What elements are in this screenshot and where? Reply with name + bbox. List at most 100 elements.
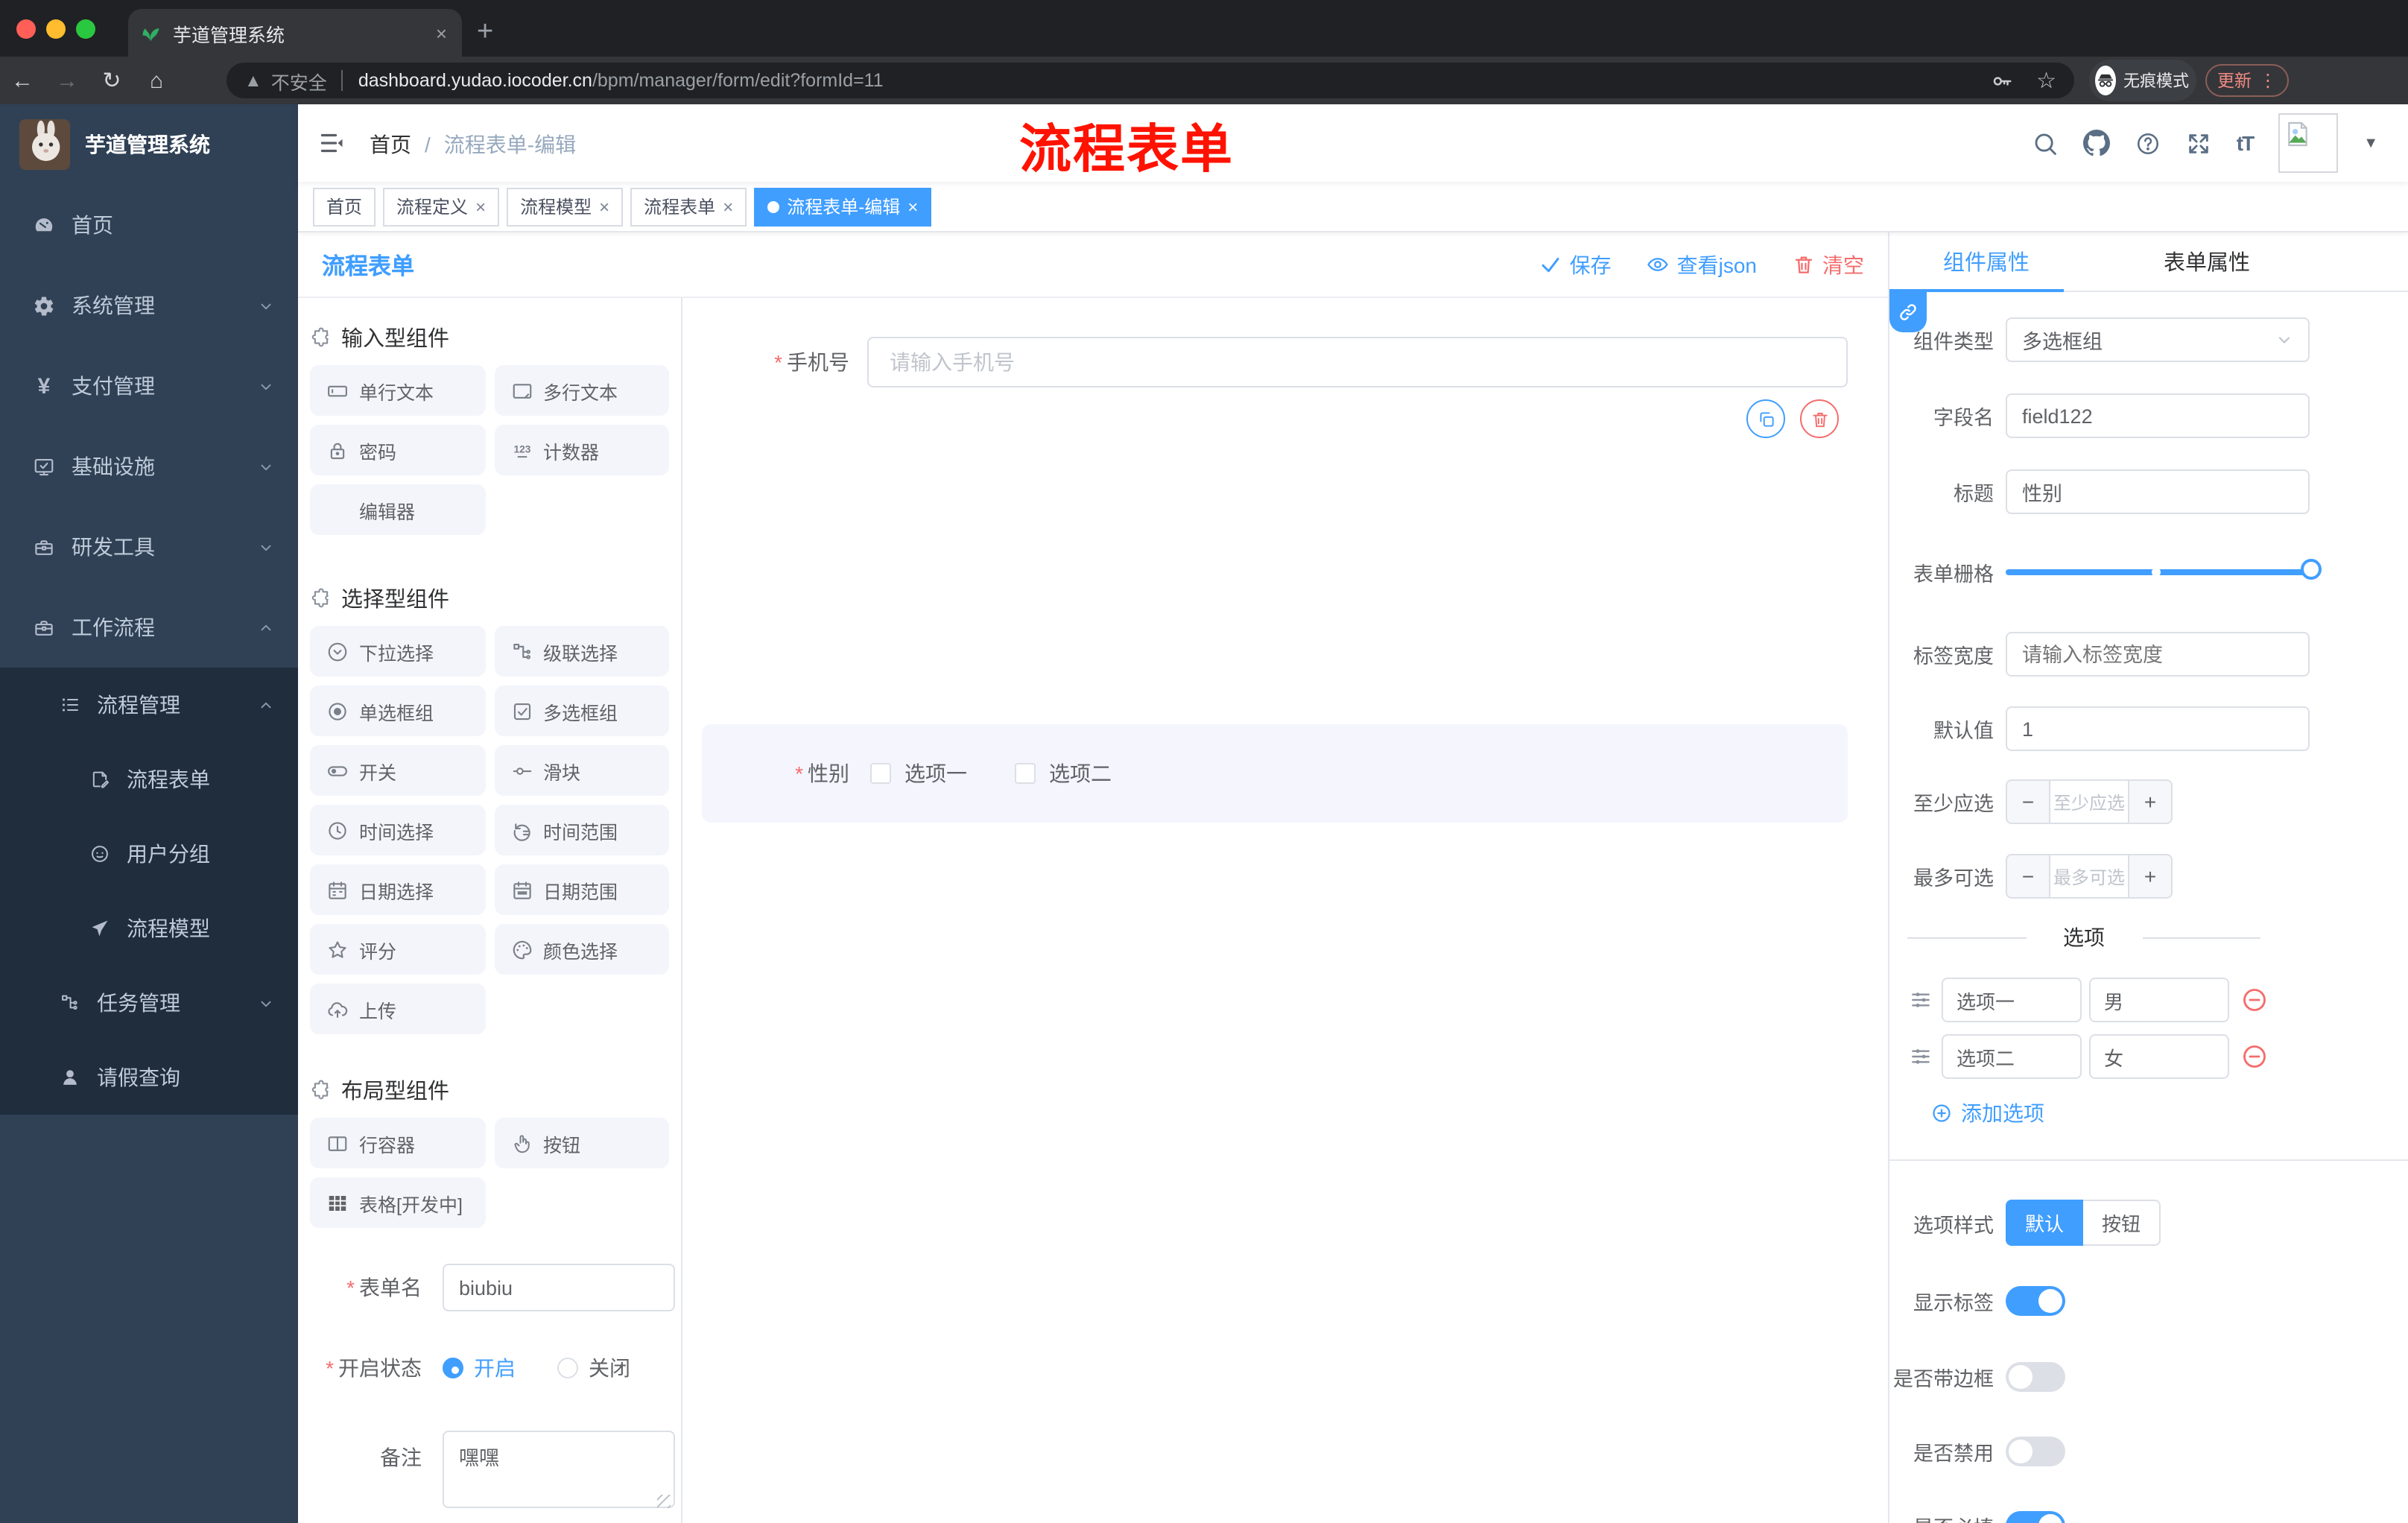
address-bar[interactable]: ▲ 不安全 dashboard.yudao.iocoder.cn /bpm/ma… (226, 63, 2074, 98)
tag-home[interactable]: 首页 (313, 187, 376, 226)
option-value-input[interactable] (2089, 978, 2229, 1022)
save-button[interactable]: 保存 (1540, 250, 1612, 279)
tag-close-icon[interactable]: × (599, 196, 609, 217)
disabled-toggle[interactable] (2006, 1437, 2065, 1466)
slider-handle[interactable] (2301, 559, 2322, 580)
add-option-button[interactable]: 添加选项 (1931, 1098, 2408, 1128)
duplicate-component-button[interactable] (1746, 399, 1785, 438)
default-value-input[interactable] (2006, 706, 2310, 751)
palette-item-button[interactable]: 按钮 (494, 1118, 669, 1168)
sidebar-item-payment[interactable]: ¥ 支付管理 (0, 346, 298, 426)
stepper-decrease-button[interactable]: − (2007, 781, 2049, 823)
sidebar-item-devtools[interactable]: 研发工具 (0, 507, 298, 587)
browser-tab[interactable]: 芋道管理系统 × (128, 9, 462, 57)
stepper-decrease-button[interactable]: − (2007, 855, 2049, 897)
palette-item-color-picker[interactable]: 颜色选择 (494, 924, 669, 975)
palette-item-slider[interactable]: 滑块 (494, 745, 669, 796)
component-type-select[interactable]: 多选框组 (2006, 317, 2310, 362)
browser-menu-icon[interactable]: ⋮ (2259, 70, 2277, 91)
new-tab-button[interactable]: + (477, 12, 493, 54)
palette-item-time-picker[interactable]: 时间选择 (310, 805, 485, 855)
sidebar-item-process-management[interactable]: 流程管理 (0, 668, 298, 742)
sidebar-item-process-form[interactable]: 流程表单 (0, 742, 298, 817)
search-icon[interactable] (2032, 130, 2058, 156)
palette-item-date-picker[interactable]: 日期选择 (310, 864, 485, 915)
palette-item-switch[interactable]: 开关 (310, 745, 485, 796)
tag-close-icon[interactable]: × (723, 196, 733, 217)
palette-item-checkbox-group[interactable]: 多选框组 (494, 685, 669, 736)
tag-process-form[interactable]: 流程表单 × (630, 187, 747, 226)
key-icon[interactable] (1990, 69, 2012, 92)
remark-textarea[interactable]: 嘿嘿 (443, 1431, 675, 1508)
status-radio-closed[interactable]: 关闭 (557, 1353, 630, 1383)
forward-icon[interactable]: → (45, 68, 89, 93)
sidebar-item-task-management[interactable]: 任务管理 (0, 966, 298, 1040)
back-icon[interactable]: ← (0, 68, 45, 93)
fullscreen-icon[interactable] (2186, 130, 2211, 156)
style-button-button[interactable]: 按钮 (2083, 1200, 2161, 1246)
palette-item-cascader[interactable]: 级联选择 (494, 626, 669, 677)
tag-close-icon[interactable]: × (475, 196, 486, 217)
palette-item-multi-line-text[interactable]: 多行文本 (494, 365, 669, 416)
remove-option-icon[interactable] (2241, 1043, 2268, 1070)
avatar-caret-icon[interactable]: ▼ (2363, 135, 2378, 151)
tab-close-icon[interactable]: × (433, 22, 450, 44)
stepper-value[interactable]: 至少应选 (2049, 781, 2129, 823)
palette-item-rate[interactable]: 评分 (310, 924, 485, 975)
palette-item-upload[interactable]: 上传 (310, 984, 485, 1034)
traffic-light-minimize[interactable] (46, 19, 66, 38)
palette-item-single-line-text[interactable]: 单行文本 (310, 365, 485, 416)
tag-process-form-edit-active[interactable]: 流程表单-编辑 × (754, 187, 932, 226)
panel-link-handle[interactable] (1889, 292, 1927, 332)
tab-component-props[interactable]: 组件属性 (1943, 246, 2030, 277)
palette-item-counter[interactable]: 计数器 (494, 425, 669, 475)
drag-handle-icon[interactable] (1909, 1045, 1933, 1068)
gender-checkbox-option1[interactable]: 选项一 (870, 759, 967, 788)
phone-input[interactable] (867, 337, 1848, 387)
stepper-increase-button[interactable]: + (2129, 781, 2171, 823)
traffic-light-zoom[interactable] (76, 19, 95, 38)
palette-item-row-container[interactable]: 行容器 (310, 1118, 485, 1168)
sidebar-item-process-model[interactable]: 流程模型 (0, 891, 298, 966)
checkbox-box[interactable] (1015, 763, 1036, 784)
reload-icon[interactable]: ↻ (89, 67, 134, 94)
traffic-light-close[interactable] (16, 19, 36, 38)
field-name-input[interactable] (2006, 393, 2310, 438)
remove-option-icon[interactable] (2241, 987, 2268, 1013)
status-radio-open[interactable]: 开启 (443, 1353, 516, 1383)
form-grid-slider[interactable] (2006, 559, 2322, 580)
option-label-input[interactable] (1942, 1034, 2082, 1079)
sidebar-item-leave-query[interactable]: 请假查询 (0, 1040, 298, 1115)
bookmark-star-icon[interactable]: ☆ (2036, 67, 2056, 94)
font-size-icon[interactable]: tT (2237, 131, 2255, 155)
palette-item-editor[interactable]: 编辑器 (310, 484, 485, 535)
help-icon[interactable] (2135, 130, 2161, 156)
home-icon[interactable]: ⌂ (134, 68, 179, 93)
form-canvas[interactable]: *手机号 *性别 选项一 选项二 (682, 298, 1888, 1523)
style-default-button[interactable]: 默认 (2006, 1200, 2083, 1246)
tag-process-model[interactable]: 流程模型 × (507, 187, 624, 226)
avatar[interactable] (2278, 113, 2339, 173)
sidebar-item-workflow[interactable]: 工作流程 (0, 587, 298, 668)
clear-button[interactable]: 清空 (1793, 250, 1864, 279)
sidebar-item-home[interactable]: 首页 (0, 185, 298, 265)
drag-handle-icon[interactable] (1909, 988, 1933, 1012)
gender-checkbox-option2[interactable]: 选项二 (1015, 759, 1112, 788)
option-label-input[interactable] (1942, 978, 2082, 1022)
stepper-increase-button[interactable]: + (2129, 855, 2171, 897)
tag-close-icon[interactable]: × (907, 196, 918, 217)
view-json-button[interactable]: 查看json (1647, 250, 1757, 279)
canvas-gender-field-selected[interactable]: * 性别 选项一 选项二 (702, 724, 1848, 823)
option-value-input[interactable] (2089, 1034, 2229, 1079)
sidebar-collapse-icon[interactable] (319, 130, 346, 156)
sidebar-item-infrastructure[interactable]: 基础设施 (0, 426, 298, 507)
canvas-phone-field[interactable]: * 手机号 (682, 337, 1888, 387)
sidebar-item-user-group[interactable]: 用户分组 (0, 817, 298, 891)
browser-update-button[interactable]: 更新 ⋮ (2205, 64, 2289, 97)
delete-component-button[interactable] (1800, 399, 1839, 438)
show-label-toggle[interactable] (2006, 1286, 2065, 1316)
title-input[interactable] (2006, 469, 2310, 514)
palette-item-password[interactable]: 密码 (310, 425, 485, 475)
checkbox-box[interactable] (870, 763, 891, 784)
breadcrumb-home[interactable]: 首页 (370, 130, 411, 159)
